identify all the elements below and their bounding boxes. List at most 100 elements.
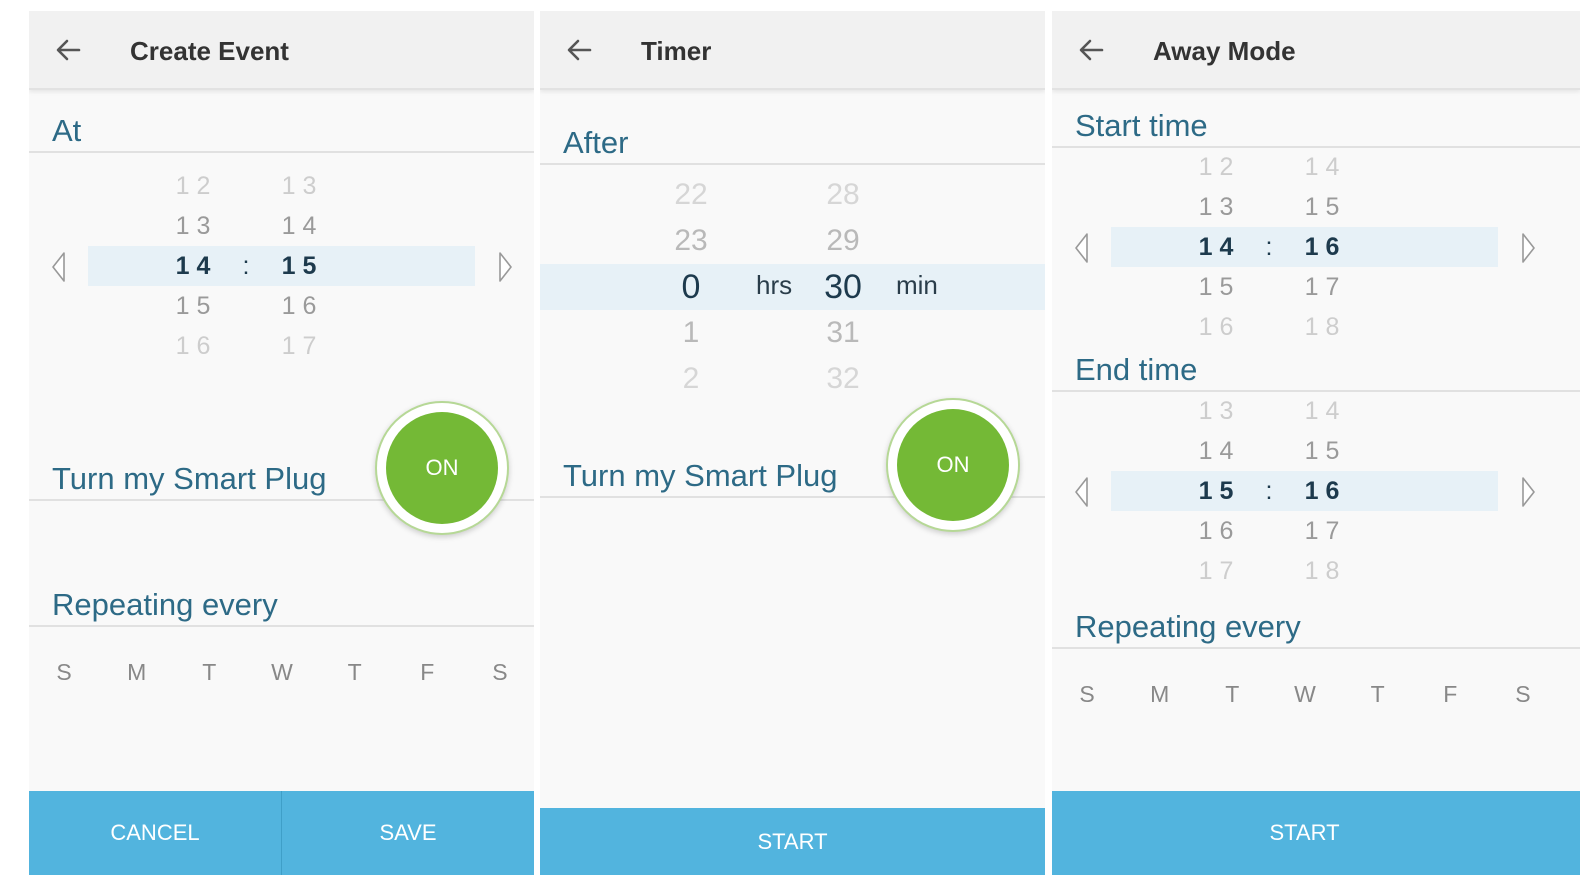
hour-picker[interactable]: 12 13 14 15 16 — [154, 166, 232, 366]
divider — [29, 625, 534, 627]
back-arrow-icon[interactable] — [53, 35, 83, 65]
hour-option[interactable]: 14 — [1177, 431, 1255, 471]
day-tuesday[interactable]: T — [191, 659, 227, 686]
start-button[interactable]: START — [540, 808, 1045, 875]
day-thursday[interactable]: T — [337, 659, 373, 686]
toggle-state-label: ON — [897, 409, 1009, 521]
hour-option[interactable]: 13 — [1177, 391, 1255, 431]
day-saturday[interactable]: S — [482, 659, 518, 686]
save-button[interactable]: SAVE — [282, 791, 534, 875]
time-separator: : — [242, 252, 250, 280]
cancel-button[interactable]: CANCEL — [29, 791, 281, 875]
back-arrow-icon[interactable] — [564, 35, 594, 65]
minute-option[interactable]: 17 — [1283, 267, 1361, 307]
hour-option[interactable]: 13 — [1177, 187, 1255, 227]
minute-option[interactable]: 14 — [260, 206, 338, 246]
end-hour-picker[interactable]: 13 14 15 16 17 — [1177, 391, 1255, 591]
minute-option[interactable]: 32 — [813, 356, 873, 402]
start-time-label: Start time — [1075, 108, 1208, 143]
divider — [540, 163, 1045, 165]
after-label: After — [563, 125, 629, 160]
end-minute-picker[interactable]: 14 15 16 17 18 — [1283, 391, 1361, 591]
minute-option[interactable]: 18 — [1283, 307, 1361, 347]
minute-option[interactable]: 17 — [260, 326, 338, 366]
day-sunday[interactable]: S — [1069, 681, 1105, 708]
day-thursday[interactable]: T — [1360, 681, 1396, 708]
day-monday[interactable]: M — [1142, 681, 1178, 708]
minute-option[interactable]: 14 — [1283, 391, 1361, 431]
bottom-action-bar: START — [1052, 791, 1580, 875]
start-button[interactable]: START — [1052, 791, 1557, 875]
hour-option[interactable]: 16 — [1177, 511, 1255, 551]
weekday-selector: S M T W T F S — [1069, 681, 1541, 708]
minute-option[interactable]: 14 — [1283, 147, 1361, 187]
minute-option[interactable]: 28 — [813, 172, 873, 218]
selected-hours[interactable]: 0 — [661, 264, 721, 310]
hour-option[interactable]: 15 — [1177, 267, 1255, 307]
hour-option[interactable]: 15 — [154, 286, 232, 326]
hour-option[interactable]: 12 — [154, 166, 232, 206]
bottom-action-bar: START — [540, 808, 1045, 875]
minute-option[interactable]: 16 — [260, 286, 338, 326]
previous-arrow-icon[interactable] — [50, 250, 68, 284]
repeating-every-label: Repeating every — [52, 587, 278, 622]
create-event-screen: Create Event At 12 13 14 15 16 : 13 14 1… — [29, 11, 534, 875]
on-off-toggle[interactable]: ON — [886, 398, 1020, 532]
selected-end-hour[interactable]: 15 — [1177, 471, 1255, 511]
minute-option[interactable]: 31 — [813, 310, 873, 356]
divider — [1052, 647, 1580, 649]
minute-option[interactable]: 15 — [1283, 187, 1361, 227]
selected-minute[interactable]: 15 — [260, 246, 338, 286]
minute-option[interactable]: 15 — [1283, 431, 1361, 471]
hour-option[interactable]: 16 — [154, 326, 232, 366]
back-arrow-icon[interactable] — [1076, 35, 1106, 65]
minute-option[interactable]: 18 — [1283, 551, 1361, 591]
app-bar: Create Event — [29, 11, 534, 90]
end-previous-arrow-icon[interactable] — [1073, 475, 1091, 509]
day-wednesday[interactable]: W — [1287, 681, 1323, 708]
on-off-toggle[interactable]: ON — [375, 401, 509, 535]
selected-start-hour[interactable]: 14 — [1177, 227, 1255, 267]
time-separator: : — [1265, 477, 1273, 505]
minute-option[interactable]: 29 — [813, 218, 873, 264]
day-saturday[interactable]: S — [1505, 681, 1541, 708]
hour-option[interactable]: 16 — [1177, 307, 1255, 347]
end-next-arrow-icon[interactable] — [1519, 475, 1537, 509]
day-wednesday[interactable]: W — [264, 659, 300, 686]
hour-option[interactable]: 1 — [661, 310, 721, 356]
start-previous-arrow-icon[interactable] — [1073, 231, 1091, 265]
minute-option[interactable]: 13 — [260, 166, 338, 206]
day-sunday[interactable]: S — [46, 659, 82, 686]
start-minute-picker[interactable]: 14 15 16 17 18 — [1283, 147, 1361, 347]
start-hour-picker[interactable]: 12 13 14 15 16 — [1177, 147, 1255, 347]
selected-hour[interactable]: 14 — [154, 246, 232, 286]
end-time-label: End time — [1075, 352, 1198, 387]
minute-option[interactable]: 17 — [1283, 511, 1361, 551]
app-bar: Away Mode — [1052, 11, 1580, 90]
hour-option[interactable]: 17 — [1177, 551, 1255, 591]
selected-minutes[interactable]: 30 — [813, 264, 873, 310]
next-arrow-icon[interactable] — [496, 250, 514, 284]
hour-option[interactable]: 13 — [154, 206, 232, 246]
day-friday[interactable]: F — [409, 659, 445, 686]
hour-option[interactable]: 22 — [661, 172, 721, 218]
turn-smart-plug-label: Turn my Smart Plug — [563, 458, 838, 493]
day-monday[interactable]: M — [119, 659, 155, 686]
at-label: At — [52, 113, 82, 148]
selected-end-minute[interactable]: 16 — [1283, 471, 1361, 511]
selected-duration-band — [540, 264, 1045, 310]
minute-picker[interactable]: 13 14 15 16 17 — [260, 166, 338, 366]
selected-start-minute[interactable]: 16 — [1283, 227, 1361, 267]
hour-option[interactable]: 2 — [661, 356, 721, 402]
minutes-unit-label: min — [896, 270, 938, 300]
start-next-arrow-icon[interactable] — [1519, 231, 1537, 265]
turn-smart-plug-label: Turn my Smart Plug — [52, 461, 327, 496]
day-tuesday[interactable]: T — [1214, 681, 1250, 708]
toggle-state-label: ON — [386, 412, 498, 524]
divider — [29, 151, 534, 153]
hour-option[interactable]: 23 — [661, 218, 721, 264]
page-title: Timer — [641, 36, 712, 66]
hour-option[interactable]: 12 — [1177, 147, 1255, 187]
day-friday[interactable]: F — [1432, 681, 1468, 708]
away-mode-screen: Away Mode Start time 12 13 14 15 16 : 14… — [1052, 11, 1580, 875]
